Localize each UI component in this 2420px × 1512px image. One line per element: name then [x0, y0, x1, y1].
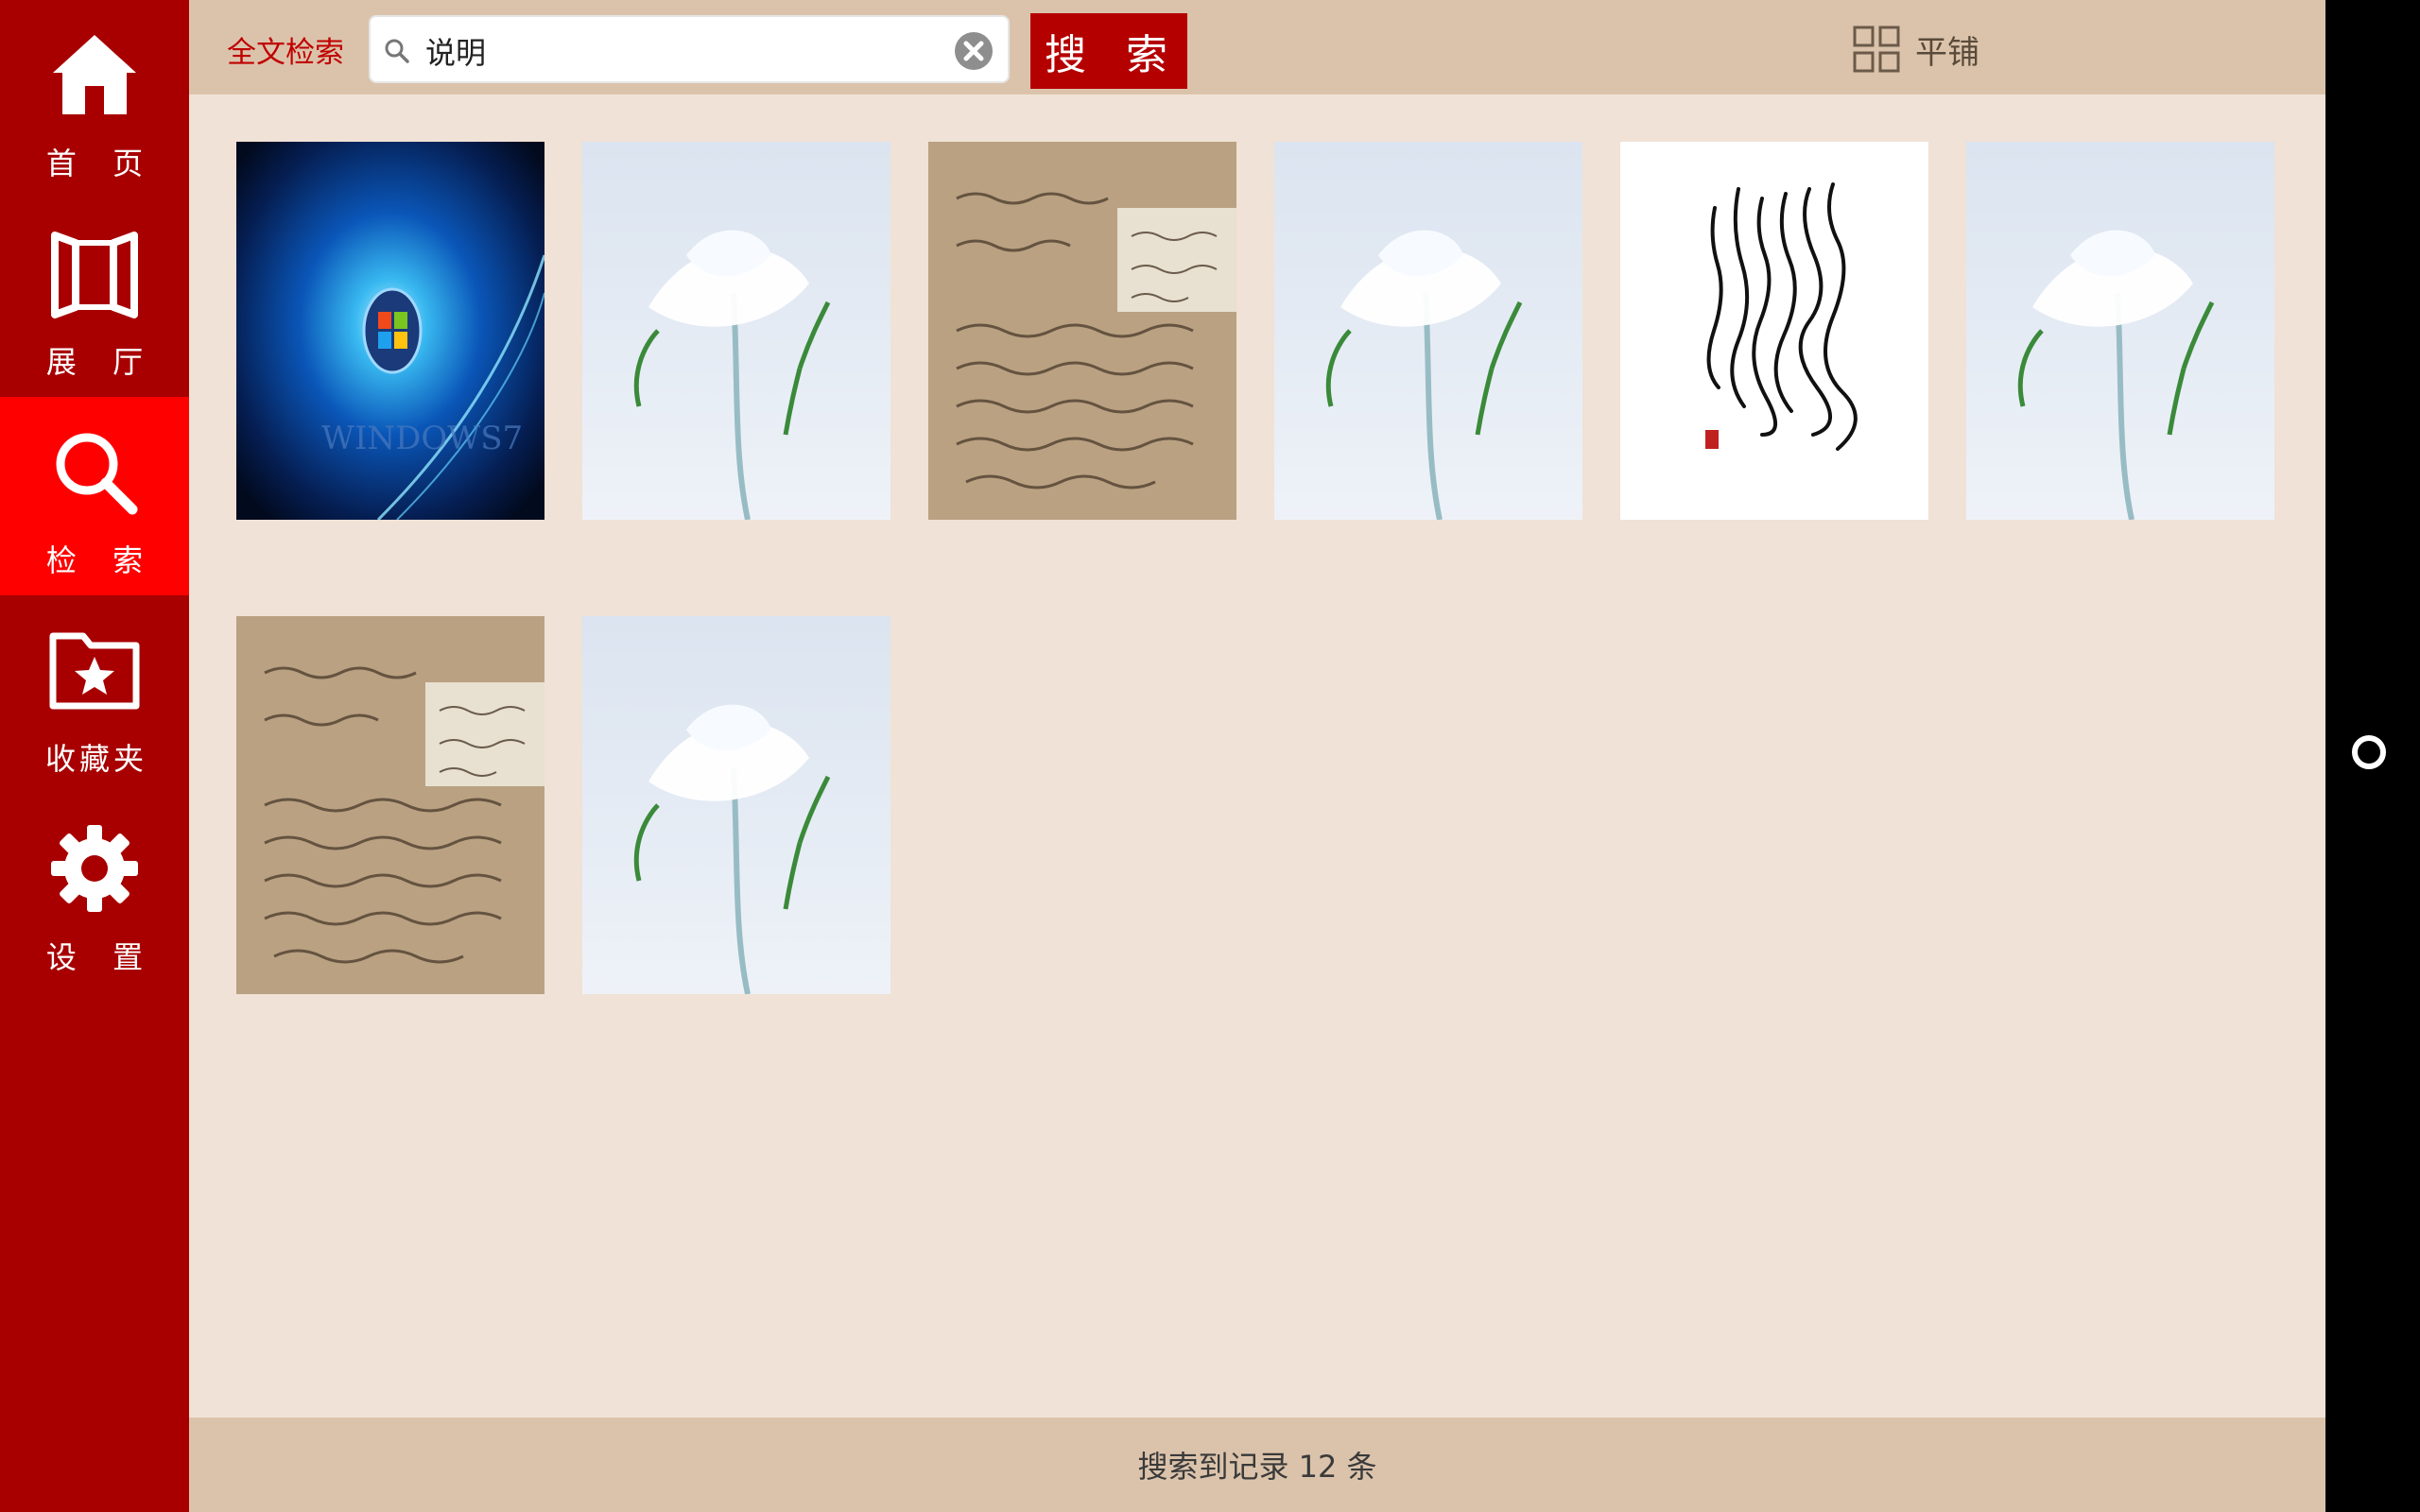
tile-grid-icon	[1853, 26, 1900, 73]
nav-gallery[interactable]: 展 厅	[0, 198, 189, 397]
result-thumbnail-snow-plant[interactable]	[582, 616, 890, 994]
circle-icon[interactable]	[2352, 735, 2386, 769]
search-input[interactable]	[424, 26, 938, 76]
nav-search[interactable]: 检 索	[0, 397, 189, 595]
search-box[interactable]	[369, 15, 1010, 83]
status-bar: 搜索到记录 12 条	[189, 1418, 2325, 1512]
gallery-icon	[43, 221, 147, 325]
result-thumbnail-handwritten-letter[interactable]	[928, 142, 1236, 520]
gear-icon	[43, 816, 147, 920]
nav-settings[interactable]: 设 置	[0, 794, 189, 992]
nav-favorites[interactable]: 收藏夹	[0, 595, 189, 794]
result-thumbnail-snow-plant[interactable]	[1274, 142, 1582, 520]
result-thumbnail-calligraphy[interactable]	[1620, 142, 1928, 520]
nav-settings-label: 设 置	[45, 939, 157, 975]
view-toggle-label: 平铺	[1915, 33, 1979, 72]
favorites-folder-icon	[43, 618, 147, 722]
nav-home[interactable]: 首 页	[0, 0, 189, 198]
nav-gallery-label: 展 厅	[45, 344, 157, 380]
search-mode-label[interactable]: 全文检索	[227, 28, 344, 71]
main-content: 全文检索 搜 索 平铺	[189, 0, 2325, 1512]
view-toggle[interactable]: 平铺	[1853, 25, 1979, 74]
nav-favorites-label: 收藏夹	[44, 741, 147, 777]
sidebar: 首 页 展 厅 检 索 收藏夹 设 置	[0, 0, 189, 1512]
result-thumbnail-windows7-wallpaper[interactable]: WINDOWS7	[236, 142, 544, 520]
result-count-text: 搜索到记录 12 条	[1137, 1449, 1377, 1485]
clear-search-icon[interactable]	[953, 30, 994, 72]
windows7-wordmark: WINDOWS7	[321, 420, 523, 457]
nav-home-label: 首 页	[45, 146, 157, 181]
search-button[interactable]: 搜 索	[1030, 13, 1187, 89]
search-icon	[43, 420, 147, 524]
search-field-icon	[385, 39, 409, 63]
result-thumbnail-handwritten-letter[interactable]	[236, 616, 544, 994]
result-thumbnail-snow-plant[interactable]	[1966, 142, 2274, 520]
nav-search-label: 检 索	[45, 542, 157, 578]
home-icon	[43, 23, 147, 127]
top-toolbar: 全文检索 搜 索 平铺	[189, 0, 2325, 94]
result-thumbnail-snow-plant[interactable]	[582, 142, 890, 520]
